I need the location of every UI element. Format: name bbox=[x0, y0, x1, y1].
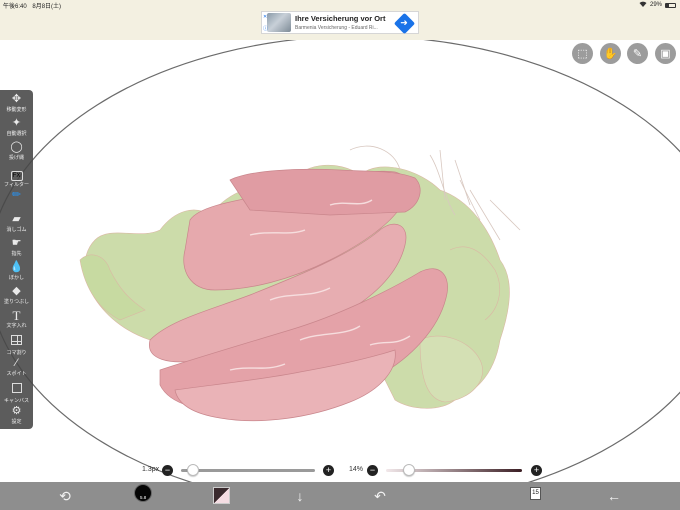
tool-settings[interactable]: ⚙ 設定 bbox=[0, 404, 33, 427]
rotate-arrows-icon: ⟲ bbox=[59, 487, 71, 504]
magic-wand-icon: ✦ bbox=[11, 117, 22, 129]
ad-title: Ihre Versicherung vor Ort bbox=[295, 14, 386, 23]
arrow-left-icon: ← bbox=[607, 488, 621, 504]
opacity-decrease-button[interactable]: − bbox=[367, 465, 378, 476]
blur-drop-icon: 💧 bbox=[9, 261, 24, 273]
tool-label: 設定 bbox=[11, 419, 22, 425]
ad-open-icon[interactable]: ➜ bbox=[393, 12, 416, 35]
tool-auto-select[interactable]: ✦ 自動選択 bbox=[0, 116, 33, 139]
selection-button[interactable]: ⬚ bbox=[572, 43, 593, 64]
smudge-icon: ☛ bbox=[11, 237, 22, 249]
ad-thumbnail bbox=[267, 13, 291, 32]
status-left: 午後6:40 8月8日(土) bbox=[3, 1, 61, 10]
brush-icon: ✏ bbox=[11, 189, 22, 201]
tool-move-transform[interactable]: ✥ 移動変形 bbox=[0, 92, 33, 115]
tool-label: 移動変形 bbox=[6, 107, 27, 113]
left-toolbar: ✥ 移動変形 ✦ 自動選択 ◯ 投げ縄 FX フィルター ✏ ▰ 消しゴム ☛ … bbox=[0, 90, 33, 429]
tool-label: 消しゴム bbox=[6, 227, 27, 233]
battery-percent: 29% bbox=[649, 2, 662, 8]
canvas-icon bbox=[11, 383, 22, 393]
eraser-icon: ▰ bbox=[12, 213, 21, 225]
hand-icon: ✋ bbox=[603, 48, 618, 60]
ad-text: Ihre Versicherung vor Ort Barmenia Versi… bbox=[295, 14, 395, 31]
pen-icon: ✎ bbox=[632, 48, 643, 60]
brush-size-value: 1.3px bbox=[142, 466, 160, 473]
lasso-icon: ◯ bbox=[10, 141, 23, 153]
battery-icon bbox=[665, 2, 676, 8]
bottom-bar: ⟲ ↓ ↶ ← bbox=[0, 482, 680, 510]
brush-size-decrease-button[interactable]: − bbox=[162, 465, 173, 476]
download-button[interactable]: ↓ bbox=[290, 482, 310, 510]
tool-frame-divider[interactable]: コマ割り bbox=[0, 332, 33, 356]
pen-button[interactable]: ✎ bbox=[627, 43, 648, 64]
opacity-increase-button[interactable]: + bbox=[531, 465, 542, 476]
fx-icon: FX bbox=[10, 171, 23, 181]
ad-subtitle: Barmenia Versicherung - Eduard Ri... bbox=[295, 25, 378, 31]
tool-label: 指先 bbox=[11, 251, 22, 257]
fill-icon: ◆ bbox=[12, 285, 21, 297]
tool-lasso[interactable]: ◯ 投げ縄 bbox=[0, 140, 33, 163]
status-bar: 午後6:40 8月8日(土) 29% bbox=[0, 0, 680, 10]
tool-blur[interactable]: 💧 ぼかし bbox=[0, 260, 33, 283]
tool-label: 塗りつぶし bbox=[3, 299, 30, 305]
tool-label: ぼかし bbox=[8, 275, 24, 281]
tool-brush[interactable]: ✏ bbox=[0, 188, 33, 211]
gallery-icon: ▣ bbox=[660, 48, 671, 60]
tool-label: 投げ縄 bbox=[8, 155, 24, 161]
tool-finger[interactable]: ☛ 指先 bbox=[0, 236, 33, 259]
tool-eyedropper[interactable]: ⁄ スポイト bbox=[0, 356, 33, 379]
brush-size-knob[interactable] bbox=[187, 464, 200, 476]
brush-size-increase-button[interactable]: + bbox=[323, 465, 334, 476]
transform-menu-button[interactable]: ⟲ bbox=[55, 482, 75, 510]
ad-close-icon[interactable]: ✕ bbox=[263, 14, 267, 20]
ad-info-icon[interactable]: ⓘ bbox=[263, 25, 268, 32]
frame-icon bbox=[11, 335, 22, 345]
tool-text[interactable]: T 文字入れ bbox=[0, 308, 33, 331]
artwork bbox=[0, 40, 680, 482]
tool-filter[interactable]: FX フィルター bbox=[0, 164, 33, 188]
eyedropper-icon: ⁄ bbox=[15, 357, 18, 369]
brush-size-track[interactable] bbox=[181, 469, 315, 472]
color-swatch-button[interactable] bbox=[213, 487, 230, 504]
back-button[interactable]: ← bbox=[604, 482, 624, 510]
tool-label: 文字入れ bbox=[6, 323, 27, 329]
undo-icon: ↶ bbox=[374, 487, 386, 504]
wifi-icon bbox=[639, 1, 647, 9]
undo-button[interactable]: ↶ bbox=[370, 482, 390, 510]
layers-button[interactable]: 15 bbox=[530, 487, 541, 500]
gear-icon: ⚙ bbox=[11, 405, 22, 417]
tool-label: 自動選択 bbox=[6, 131, 27, 137]
tool-label: スポイト bbox=[6, 371, 27, 377]
tool-eraser[interactable]: ▰ 消しゴム bbox=[0, 212, 33, 235]
move-icon: ✥ bbox=[11, 93, 22, 105]
gallery-button[interactable]: ▣ bbox=[655, 43, 676, 64]
tool-canvas[interactable]: キャンバス bbox=[0, 380, 33, 404]
tool-fill[interactable]: ◆ 塗りつぶし bbox=[0, 284, 33, 307]
brush-size-indicator: 5.8 bbox=[140, 495, 147, 500]
status-right: 29% bbox=[639, 1, 676, 9]
drawing-canvas[interactable] bbox=[0, 40, 680, 482]
opacity-value: 14% bbox=[349, 466, 364, 473]
hand-button[interactable]: ✋ bbox=[600, 43, 621, 64]
text-icon: T bbox=[12, 308, 21, 323]
arrow-down-icon: ↓ bbox=[296, 488, 304, 504]
ad-banner[interactable]: ⓘ ✕ Ihre Versicherung vor Ort Barmenia V… bbox=[261, 11, 419, 35]
selection-icon: ⬚ bbox=[577, 48, 588, 60]
